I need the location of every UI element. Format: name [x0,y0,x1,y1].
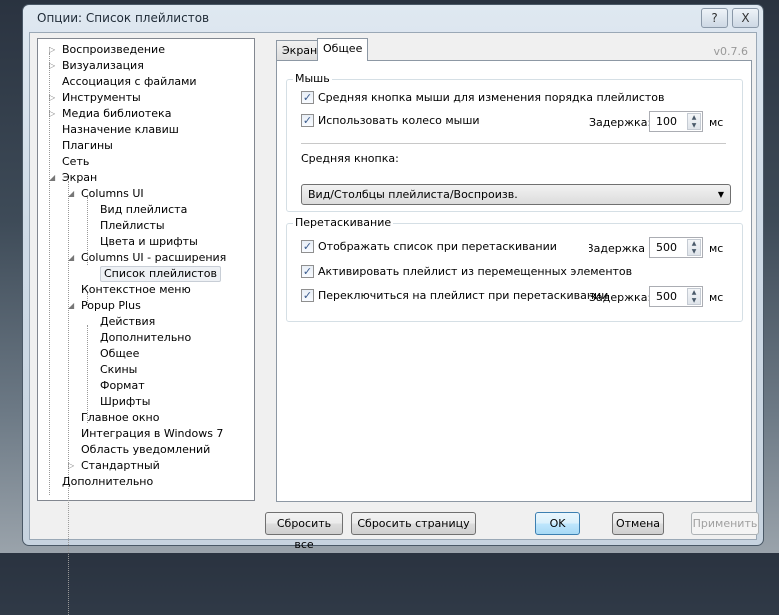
spin-arrows-icon[interactable]: ▲ ▼ [687,113,701,130]
tree-item[interactable]: Columns UI - расширения [81,250,226,266]
checkbox-label: Активировать плейлист из перемещенных эл… [318,265,633,278]
help-button[interactable]: ? [701,8,728,28]
switch-playlist-checkbox[interactable]: ✓ Переключиться на плейлист при перетаски… [301,289,608,302]
show-delay-value: 500 [656,241,677,254]
mouse-group: Мышь ✓ Средняя кнопка мыши для изменения … [286,72,743,212]
show-delay-label: Задержка: [589,242,645,255]
expanded-arrow-icon[interactable]: ◢ [68,250,74,266]
collapsed-arrow-icon[interactable]: ▷ [49,106,55,122]
tree-item[interactable]: Список плейлистов [100,266,221,282]
wheel-delay-spinner[interactable]: 100 ▲ ▼ [649,111,703,132]
tree-item[interactable]: Главное окно [81,410,159,426]
tree-item[interactable]: Дополнительно [62,474,153,490]
tree-item[interactable]: Плейлисты [100,218,165,234]
tree-item[interactable]: Скины [100,362,137,378]
checkbox-label: Переключиться на плейлист при перетаскив… [318,289,609,302]
collapsed-arrow-icon[interactable]: ▷ [49,42,55,58]
collapsed-arrow-icon[interactable]: ▷ [49,58,55,74]
reset-all-button[interactable]: Сбросить все [265,512,343,551]
checkmark-icon: ✓ [301,114,314,127]
reset-page-button[interactable]: Сбросить страницу [351,512,476,535]
tree-item[interactable]: Инструменты [62,90,141,106]
cancel-button[interactable]: Отмена [612,512,664,535]
tree-item[interactable]: Дополнительно [100,330,191,346]
divider [301,143,726,144]
ok-button[interactable]: OK [535,512,580,535]
tab-general[interactable]: Общее [317,38,369,61]
chevron-down-icon: ▼ [717,190,724,199]
drag-drop-group-title: Перетаскивание [293,216,394,229]
apply-button[interactable]: Применить [691,512,759,535]
tree-item[interactable]: Визуализация [62,58,144,74]
switch-delay-label: Задержка: [589,291,652,304]
tree-item[interactable]: Медиа библиотека [62,106,171,122]
close-button[interactable]: X [732,8,759,28]
switch-delay-value: 500 [656,290,677,303]
tree-connector-line [87,325,88,423]
switch-delay-spinner[interactable]: 500 ▲ ▼ [649,286,703,307]
ms-unit: мс [709,116,724,129]
tab-panel: Мышь ✓ Средняя кнопка мыши для изменения … [276,60,752,502]
ms-unit: мс [709,242,724,255]
middle-reorder-checkbox[interactable]: ✓ Средняя кнопка мыши для изменения поряд… [301,91,665,104]
checkbox-label: Отображать список при перетаскивании [318,240,557,253]
tree-item[interactable]: Шрифты [100,394,150,410]
spin-arrows-icon[interactable]: ▲ ▼ [687,239,701,256]
middle-button-dropdown[interactable]: Вид/Столбцы плейлиста/Воспроизв. ▼ [301,184,731,205]
activate-playlist-checkbox[interactable]: ✓ Активировать плейлист из перемещенных э… [301,265,632,278]
tree-item[interactable]: Интеграция в Windows 7 [81,426,223,442]
options-tree[interactable]: ▷ Воспроизведение ▷ Визуализация Ассоциация … [37,38,255,615]
tree-item[interactable]: Цвета и шрифты [100,234,198,250]
expanded-arrow-icon[interactable]: ◢ [68,186,74,202]
tree-item[interactable]: Вид плейлиста [100,202,187,218]
version-label: v0.7.6 [713,45,749,58]
wheel-delay-value: 100 [656,115,677,128]
tree-item[interactable]: Область уведомлений [81,442,210,458]
tree-item[interactable]: Формат [100,378,145,394]
collapsed-arrow-icon[interactable]: ▷ [68,458,74,474]
checkmark-icon: ✓ [301,91,314,104]
tree-item[interactable]: Columns UI [81,186,144,202]
tree-item[interactable]: Сеть [62,154,89,170]
collapsed-arrow-icon[interactable]: ▷ [49,90,55,106]
expanded-arrow-icon[interactable]: ◢ [49,170,55,186]
tree-item[interactable]: Плагины [62,138,113,154]
checkmark-icon: ✓ [301,289,314,302]
spin-arrows-icon[interactable]: ▲ ▼ [687,288,701,305]
ms-unit: мс [709,291,724,304]
window-title: Опции: Список плейлистов [37,11,210,25]
tree-connector-line [68,181,69,615]
tree-item[interactable]: Общее [100,346,139,362]
drag-drop-group: Перетаскивание ✓ Отображать список при пе… [286,216,743,322]
dropdown-value: Вид/Столбцы плейлиста/Воспроизв. [308,188,518,201]
checkbox-label: Средняя кнопка мыши для изменения порядк… [318,91,665,104]
tree-item[interactable]: Контекстное меню [81,282,191,298]
show-delay-spinner[interactable]: 500 ▲ ▼ [649,237,703,258]
tree-item[interactable]: Воспроизведение [62,42,165,58]
show-list-checkbox[interactable]: ✓ Отображать список при перетаскивании [301,240,557,253]
tree-item[interactable]: Ассоциация с файлами [62,74,197,90]
mouse-wheel-checkbox[interactable]: ✓ Использовать колесо мыши [301,114,480,127]
checkmark-icon: ✓ [301,265,314,278]
options-window: Опции: Список плейлистов ? X ▷ Воспроизве… [22,4,764,615]
checkbox-label: Использовать колесо мыши [318,114,480,127]
mouse-group-title: Мышь [293,72,332,85]
tree-item[interactable]: Экран [62,170,97,186]
middle-button-label: Средняя кнопка: [301,152,399,165]
tree-item[interactable]: Назначение клавиш [62,122,179,138]
tree-item[interactable]: Popup Plus [81,298,141,314]
wheel-delay-label: Задержка: [589,116,652,129]
tree-item[interactable]: Стандартный [81,458,160,474]
expanded-arrow-icon[interactable]: ◢ [68,298,74,314]
tree-item[interactable]: Действия [100,314,155,330]
dialog-client: ▷ Воспроизведение ▷ Визуализация Ассоциация … [29,32,759,615]
checkmark-icon: ✓ [301,240,314,253]
